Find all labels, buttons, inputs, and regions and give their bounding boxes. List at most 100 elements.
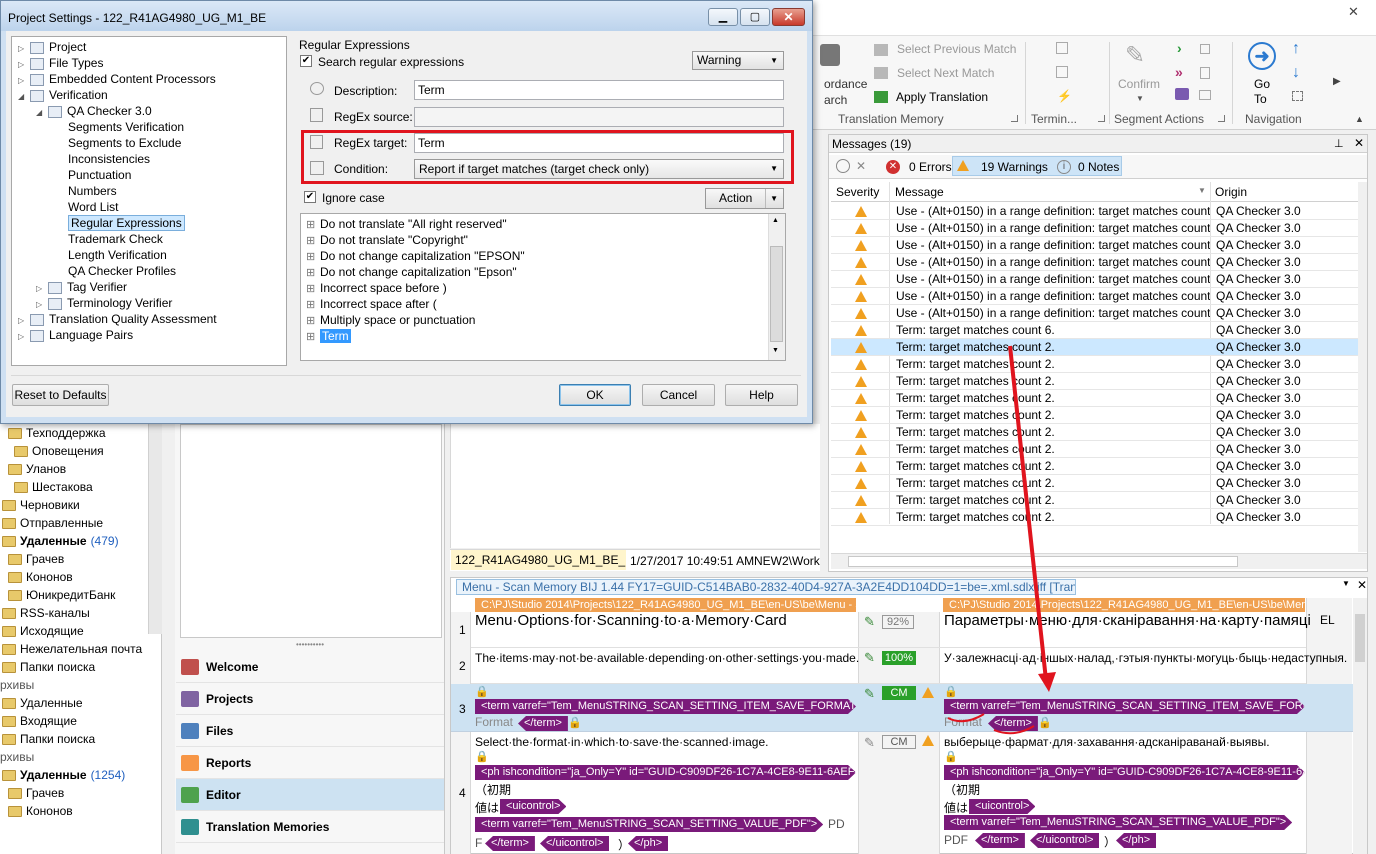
tree-item[interactable]: Segments to Exclude	[14, 135, 284, 151]
regex-source-label: RegEx source:	[334, 110, 413, 124]
ignore-case-checkbox[interactable]: ✔	[304, 191, 316, 203]
description-input[interactable]	[414, 80, 784, 100]
tree-node-icon	[48, 297, 62, 310]
tree-node-icon	[30, 57, 44, 70]
tree-item[interactable]: ▷ File Types	[14, 55, 284, 71]
rules-scroll-up-icon[interactable]: ▲	[772, 217, 779, 224]
tree-item[interactable]: Length Verification	[14, 247, 284, 263]
condition-label: Condition:	[334, 162, 389, 176]
section-title: Regular Expressions	[299, 38, 410, 52]
tree-item[interactable]: Trademark Check	[14, 231, 284, 247]
dialog-separator	[11, 375, 801, 376]
severity-select[interactable]: Warning ▼	[692, 51, 784, 70]
rule-item[interactable]: ⊞ Do not translate "All right reserved"	[306, 216, 766, 232]
tree-item-label: Language Pairs	[49, 328, 134, 342]
regex-target-input[interactable]	[414, 133, 784, 153]
tree-item-label: QA Checker 3.0	[67, 104, 152, 118]
tree-item[interactable]: Punctuation	[14, 167, 284, 183]
tree-item[interactable]: ◢ QA Checker 3.0	[14, 103, 284, 119]
tree-item-label: Segments to Exclude	[68, 136, 182, 150]
expand-plus-icon[interactable]: ⊞	[306, 233, 320, 249]
rules-scroll-thumb[interactable]	[770, 246, 783, 342]
tree-item-label: Tag Verifier	[67, 280, 128, 294]
search-regex-checkbox[interactable]: ✔	[300, 55, 312, 67]
expand-plus-icon[interactable]: ⊞	[306, 217, 320, 233]
expand-plus-icon[interactable]: ⊞	[306, 297, 320, 313]
maximize-button[interactable]: ▢	[740, 8, 770, 26]
tree-node-icon	[48, 105, 62, 118]
condition-select[interactable]: Report if target matches (target check o…	[414, 159, 784, 179]
tree-item-label: Numbers	[68, 184, 117, 198]
tree-item-label: Embedded Content Processors	[49, 72, 216, 86]
tree-node-icon	[30, 329, 44, 342]
cancel-button[interactable]: Cancel	[642, 384, 715, 406]
rule-label: Do not change capitalization "Epson"	[320, 265, 517, 279]
tree-item-label: Punctuation	[68, 168, 132, 182]
rule-label: Do not change capitalization "EPSON"	[320, 249, 525, 263]
condition-icon	[310, 161, 324, 175]
rule-label: Multiply space or punctuation	[320, 313, 476, 327]
rules-list: ⊞ Do not translate "All right reserved" ⊞ D…	[306, 216, 766, 344]
ok-button[interactable]: OK	[559, 384, 631, 406]
tree-item[interactable]: ◢ Verification	[14, 87, 284, 103]
expand-icon[interactable]: ▷	[18, 329, 30, 345]
expand-plus-icon[interactable]: ⊞	[306, 329, 320, 345]
tree-item-label: Length Verification	[68, 248, 167, 262]
expand-plus-icon[interactable]: ⊞	[306, 313, 320, 329]
reset-defaults-button[interactable]: Reset to Defaults	[12, 384, 109, 406]
settings-tree: ▷ Project ▷ File Types ▷ Embedded Content Pro…	[14, 39, 284, 343]
tree-item[interactable]: ▷ Terminology Verifier	[14, 295, 284, 311]
regex-source-input[interactable]	[414, 107, 784, 127]
regex-source-icon	[310, 108, 323, 122]
rule-label: Incorrect space after (	[320, 297, 437, 311]
rule-item[interactable]: ⊞ Do not change capitalization "EPSON"	[306, 248, 766, 264]
rule-item[interactable]: ⊞ Incorrect space before )	[306, 280, 766, 296]
description-label: Description:	[334, 84, 398, 98]
tree-item[interactable]: Segments Verification	[14, 119, 284, 135]
search-regex-label: Search regular expressions	[318, 55, 465, 69]
close-button[interactable]: ✕	[772, 8, 805, 26]
expand-plus-icon[interactable]: ⊞	[306, 265, 320, 281]
action-button[interactable]: Action ▼	[705, 188, 784, 209]
regex-target-icon	[310, 135, 323, 149]
rule-item[interactable]: ⊞ Do not change capitalization "Epson"	[306, 264, 766, 280]
tree-item-label: Word List	[68, 200, 119, 214]
tree-item-label: QA Checker Profiles	[68, 264, 177, 278]
ignore-case-label: Ignore case	[322, 191, 385, 205]
tree-item[interactable]: ▷ Project	[14, 39, 284, 55]
rule-item[interactable]: ⊞ Multiply space or punctuation	[306, 312, 766, 328]
tree-item[interactable]: Inconsistencies	[14, 151, 284, 167]
regex-target-label: RegEx target:	[334, 136, 408, 150]
tree-item[interactable]: ▷ Tag Verifier	[14, 279, 284, 295]
tree-item[interactable]: QA Checker Profiles	[14, 263, 284, 279]
rule-label: Incorrect space before )	[320, 281, 447, 295]
help-button[interactable]: Help	[725, 384, 798, 406]
tree-item[interactable]: ▷ Translation Quality Assessment	[14, 311, 284, 327]
dialog-title: Project Settings - 122_R41AG4980_UG_M1_B…	[8, 11, 267, 25]
tree-item[interactable]: ▷ Language Pairs	[14, 327, 284, 343]
action-dropdown-icon: ▼	[765, 189, 778, 208]
tree-item[interactable]: Regular Expressions	[14, 215, 284, 231]
expand-plus-icon[interactable]: ⊞	[306, 281, 320, 297]
tree-item-label: Segments Verification	[68, 120, 185, 134]
severity-value: Warning	[697, 53, 742, 67]
rule-item[interactable]: ⊞ Do not translate "Copyright"	[306, 232, 766, 248]
tree-item[interactable]: Word List	[14, 199, 284, 215]
condition-dropdown-icon: ▼	[770, 164, 778, 173]
tree-item-label: File Types	[49, 56, 104, 70]
condition-value: Report if target matches (target check o…	[419, 162, 650, 176]
minimize-button[interactable]: ▁	[708, 8, 738, 26]
tree-node-icon	[30, 41, 44, 54]
expand-plus-icon[interactable]: ⊞	[306, 249, 320, 265]
severity-dropdown-icon: ▼	[770, 56, 778, 65]
tree-item[interactable]: ▷ Embedded Content Processors	[14, 71, 284, 87]
tree-node-icon	[48, 281, 62, 294]
tree-item[interactable]: Numbers	[14, 183, 284, 199]
tree-item-label: Trademark Check	[68, 232, 163, 246]
rules-scroll-down-icon[interactable]: ▼	[772, 347, 779, 354]
rule-item[interactable]: ⊞ Incorrect space after (	[306, 296, 766, 312]
rule-label: Do not translate "All right reserved"	[320, 217, 507, 231]
rule-item[interactable]: ⊞ Term	[306, 328, 766, 344]
rule-label: Do not translate "Copyright"	[320, 233, 468, 247]
tree-item-label: Terminology Verifier	[67, 296, 173, 310]
